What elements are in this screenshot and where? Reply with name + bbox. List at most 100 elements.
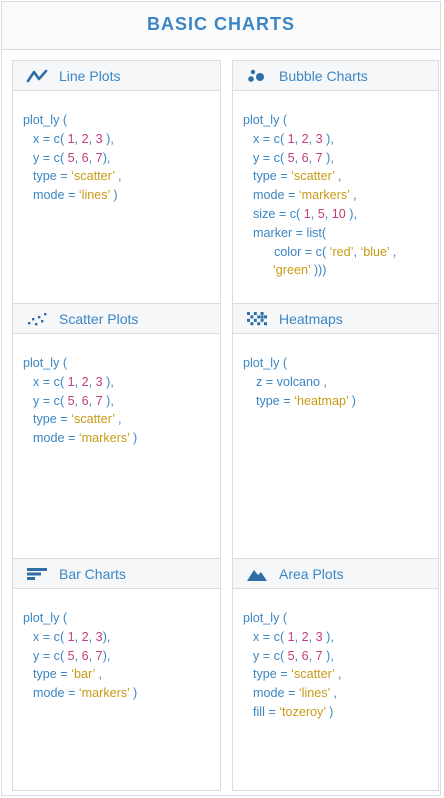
code-token: y = c( [253,150,288,165]
code-token: , [88,648,96,663]
code-token: 6 [301,648,309,663]
code-token: 1 [287,629,295,644]
code-token: ), [322,150,334,165]
code-line: mode = ‘markers’ ) [23,684,220,703]
code-token: plot_ly ( [243,356,288,370]
code-line: y = c( 5, 6, 7 ), [243,149,438,168]
code-token: , [114,169,122,184]
code-token: ‘bar’ [71,667,95,682]
code-token: ), [102,150,111,165]
code-line: type = ‘bar’ , [23,665,220,684]
code-token: 6 [81,150,89,165]
code-token: color = c( [274,244,330,259]
code-token: ‘scatter’ [291,667,335,682]
code-token: 2 [301,131,309,146]
code-token: , [294,131,302,146]
card-title: Bubble Charts [279,67,368,84]
code-token: , [294,648,302,663]
code-token: ) [129,686,138,701]
code-line: plot_ly ( [243,354,438,373]
code-token: 6 [81,393,89,408]
heatmap-icon-cell [253,311,257,315]
card-title: Area Plots [279,565,344,582]
code-token: type = [33,169,72,184]
code-token: ‘scatter’ [71,412,115,427]
code-token: , [308,629,316,644]
code-token: x = c( [33,374,68,389]
code-line: plot_ly ( [23,111,220,130]
code-token: 3 [95,374,103,389]
code-token: plot_ly ( [23,113,68,127]
code-token: , [349,188,357,203]
code-line: x = c( 1, 2, 3 ), [23,130,220,149]
code-token: , [88,131,96,146]
code-token: plot_ly ( [23,356,68,370]
code-token: mode = [33,188,79,203]
code-token: , [334,667,342,682]
code-line: type = ‘scatter’ , [23,167,220,186]
code-line: type = ‘scatter’ , [23,410,220,429]
code-line: plot_ly ( [243,111,438,130]
code-line: type = ‘scatter’ , [243,167,438,186]
code-token: 3 [95,131,103,146]
card-scatter-plots: Scatter Plots plot_ly (x = c( 1, 2, 3 ),… [12,303,221,562]
code-token: x = c( [33,629,68,644]
code-token: ‘lines’ [78,188,110,203]
code-token: plot_ly ( [243,611,288,625]
code-line: y = c( 5, 6, 7 ), [23,392,220,411]
code-token: 5 [67,393,75,408]
code-token: z = volcano , [256,374,328,389]
code-token: , [88,629,96,644]
code-token: 6 [81,648,89,663]
code-token: 7 [95,648,103,663]
heatmap-icon-cell [250,314,254,318]
code-token: type = [33,667,72,682]
card-header: Bubble Charts [233,61,438,91]
code-token: , [324,206,332,221]
code-token: mode = [253,188,299,203]
code-token: marker = list( [253,225,327,240]
card-header: Heatmaps [233,304,438,334]
code-token: , [74,374,82,389]
code-token: ), [102,374,114,389]
code-token: , [308,150,316,165]
heatmap-icon-cell [257,314,261,318]
code-token: , [88,374,96,389]
code-token: 1 [67,629,75,644]
heatmap-icon-cell [247,311,250,315]
code-token: 10 [331,206,346,221]
card-bubble-charts: Bubble Charts plot_ly (x = c( 1, 2, 3 ),… [232,60,439,305]
code-token: x = c( [33,131,68,146]
code-token: ), [102,393,114,408]
card-title: Heatmaps [279,310,343,327]
code-token: x = c( [253,629,288,644]
code-token: 5 [287,150,295,165]
code-token: , [294,629,302,644]
code-line: type = ‘heatmap’ ) [243,392,438,411]
code-token: , [294,150,302,165]
code-token: type = [253,667,292,682]
heatmap-icon-cell [264,321,267,325]
code-token: type = [253,169,292,184]
card-line-plots: Line Plots plot_ly (x = c( 1, 2, 3 ), y =… [12,60,221,305]
code-token: ))) [310,263,327,278]
code-token: 1 [287,131,295,146]
code-line: color = c( ‘red’, ‘blue’ , [243,243,438,262]
heatmap-icon-cell [247,318,250,322]
heatmap-icon [245,310,269,328]
code-token: ‘green’ [273,263,311,278]
code-line: plot_ly ( [243,609,438,628]
code-token: , [329,686,337,701]
code-token: mode = [33,686,79,701]
line-chart-icon [25,67,49,85]
code-token: size = c( [253,206,304,221]
code-token: 2 [81,131,89,146]
card-header: Bar Charts [13,559,220,589]
code-token: , [74,648,82,663]
code-token: y = c( [33,393,68,408]
code-line: size = c( 1, 5, 10 ), [243,205,438,224]
code-line: fill = ‘tozeroy’ ) [243,703,438,722]
code-token: ), [322,629,334,644]
basic-charts-panel: BASIC CHARTS Line Plots plot_ly (x = c( … [1,1,441,796]
code-token: 2 [301,629,309,644]
